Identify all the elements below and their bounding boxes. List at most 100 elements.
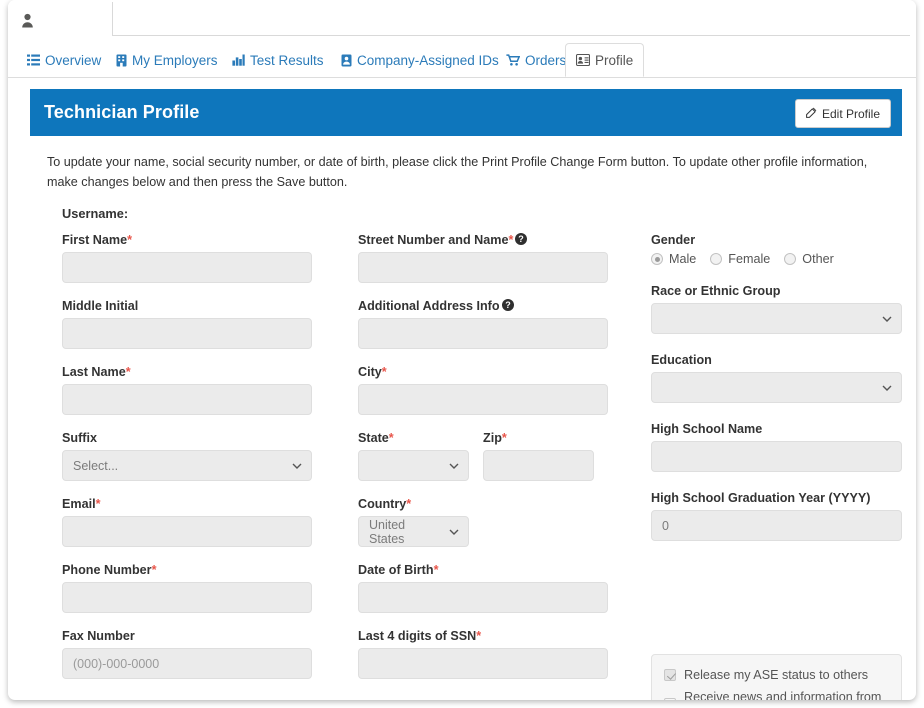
field-ssn-last4: Last 4 digits of SSN* bbox=[358, 629, 608, 679]
username-label: Username: bbox=[62, 206, 129, 221]
building-icon bbox=[116, 54, 127, 67]
preference-release-status-label: Release my ASE status to others bbox=[684, 668, 869, 682]
chevron-down-icon bbox=[449, 529, 459, 535]
suffix-select-value: Select... bbox=[73, 458, 119, 473]
tab-orders-label: Orders bbox=[525, 52, 567, 68]
additional-address-input[interactable] bbox=[358, 318, 608, 349]
help-icon[interactable]: ? bbox=[501, 299, 514, 311]
gender-label: Gender bbox=[651, 233, 696, 247]
tab-company-assigned-ids[interactable]: Company-Assigned IDs bbox=[330, 43, 510, 77]
field-street: Street Number and Name*? bbox=[358, 233, 608, 283]
field-high-school-name: High School Name bbox=[651, 422, 902, 472]
high-school-year-input[interactable] bbox=[651, 510, 902, 541]
form-column-right: Gender Male Female Other Race or Ethnic … bbox=[651, 233, 902, 557]
fax-number-input[interactable] bbox=[62, 648, 312, 679]
list-icon bbox=[27, 54, 40, 66]
field-state: State* bbox=[358, 431, 469, 481]
edit-profile-button[interactable]: Edit Profile bbox=[794, 99, 891, 128]
phone-number-input[interactable] bbox=[62, 582, 312, 613]
race-select[interactable] bbox=[651, 303, 902, 334]
country-select-value: United States bbox=[369, 517, 406, 546]
high-school-name-label: High School Name bbox=[651, 422, 763, 436]
state-select[interactable] bbox=[358, 450, 469, 481]
chevron-down-icon bbox=[882, 385, 892, 391]
form-column-middle: Street Number and Name*? Additional Addr… bbox=[358, 233, 608, 695]
field-country: Country* United States bbox=[358, 497, 608, 547]
top-bar-panel bbox=[112, 2, 910, 36]
id-card-icon bbox=[341, 54, 352, 67]
tab-company-assigned-ids-label: Company-Assigned IDs bbox=[357, 52, 499, 68]
bar-chart-icon bbox=[232, 54, 245, 66]
gender-option-male-label: Male bbox=[669, 252, 697, 266]
middle-initial-input[interactable] bbox=[62, 318, 312, 349]
field-education: Education bbox=[651, 353, 902, 403]
field-suffix: Suffix Select... bbox=[62, 431, 312, 481]
tab-my-employers[interactable]: My Employers bbox=[105, 43, 229, 77]
ssn-last4-label: Last 4 digits of SSN* bbox=[358, 629, 482, 643]
ssn-last4-input[interactable] bbox=[358, 648, 608, 679]
tab-profile-label: Profile bbox=[595, 52, 634, 68]
country-label: Country* bbox=[358, 497, 412, 511]
tab-test-results[interactable]: Test Results bbox=[221, 43, 335, 77]
city-input[interactable] bbox=[358, 384, 608, 415]
field-state-zip: State* Zip* bbox=[358, 431, 608, 481]
high-school-name-input[interactable] bbox=[651, 441, 902, 472]
profile-form: Username: First Name* Middle Initial Las… bbox=[30, 206, 902, 700]
tab-overview-label: Overview bbox=[45, 52, 102, 68]
first-name-label: First Name* bbox=[62, 233, 132, 247]
country-select[interactable]: United States bbox=[358, 516, 469, 547]
last-name-input[interactable] bbox=[62, 384, 312, 415]
date-of-birth-label: Date of Birth* bbox=[358, 563, 439, 577]
checkbox-icon bbox=[664, 669, 676, 681]
zip-input[interactable] bbox=[483, 450, 594, 481]
middle-initial-label: Middle Initial bbox=[62, 299, 139, 313]
preference-release-status[interactable]: Release my ASE status to others bbox=[664, 668, 889, 682]
first-name-input[interactable] bbox=[62, 252, 312, 283]
high-school-year-label: High School Graduation Year (YYYY) bbox=[651, 491, 871, 505]
checkbox-icon bbox=[664, 698, 676, 700]
email-input[interactable] bbox=[62, 516, 312, 547]
chevron-down-icon bbox=[882, 316, 892, 322]
date-of-birth-input[interactable] bbox=[358, 582, 608, 613]
gender-radio-group: Male Female Other bbox=[651, 252, 902, 266]
radio-icon bbox=[651, 253, 663, 265]
chevron-down-icon bbox=[292, 463, 302, 469]
intro-text: To update your name, social security num… bbox=[47, 155, 868, 189]
card-header: Technician Profile Edit Profile bbox=[30, 89, 902, 136]
profile-card: Technician Profile Edit Profile To updat… bbox=[30, 89, 902, 700]
suffix-label: Suffix bbox=[62, 431, 97, 445]
preference-receive-news[interactable]: Receive news and information from ASE bbox=[664, 690, 889, 700]
fax-number-label: Fax Number bbox=[62, 629, 135, 643]
gender-option-female[interactable]: Female bbox=[710, 252, 770, 266]
suffix-select[interactable]: Select... bbox=[62, 450, 312, 481]
field-date-of-birth: Date of Birth* bbox=[358, 563, 608, 613]
field-phone-number: Phone Number* bbox=[62, 563, 312, 613]
chevron-down-icon bbox=[449, 463, 459, 469]
preferences-panel: Release my ASE status to others Receive … bbox=[651, 654, 902, 700]
user-icon bbox=[21, 13, 34, 28]
field-zip: Zip* bbox=[483, 431, 594, 481]
street-input[interactable] bbox=[358, 252, 608, 283]
tab-test-results-label: Test Results bbox=[250, 52, 324, 68]
tab-profile[interactable]: Profile bbox=[565, 43, 645, 77]
gender-option-male[interactable]: Male bbox=[651, 252, 696, 266]
gender-option-other[interactable]: Other bbox=[784, 252, 834, 266]
education-select[interactable] bbox=[651, 372, 902, 403]
zip-label: Zip* bbox=[483, 431, 507, 445]
additional-address-label: Additional Address Info? bbox=[358, 299, 608, 313]
field-email: Email* bbox=[62, 497, 312, 547]
field-middle-initial: Middle Initial bbox=[62, 299, 312, 349]
tab-overview[interactable]: Overview bbox=[16, 43, 112, 77]
field-first-name: First Name* bbox=[62, 233, 312, 283]
radio-icon bbox=[784, 253, 797, 265]
svg-text:?: ? bbox=[519, 234, 525, 244]
last-name-label: Last Name* bbox=[62, 365, 131, 379]
field-city: City* bbox=[358, 365, 608, 415]
user-menu[interactable] bbox=[12, 4, 110, 36]
state-label: State* bbox=[358, 431, 394, 445]
form-column-left: First Name* Middle Initial Last Name* Su… bbox=[62, 233, 312, 695]
tab-strip: Overview My Employers Test Results Compa… bbox=[8, 38, 916, 78]
help-icon[interactable]: ? bbox=[515, 233, 528, 245]
field-gender: Gender Male Female Other bbox=[651, 233, 902, 266]
phone-number-label: Phone Number* bbox=[62, 563, 157, 577]
